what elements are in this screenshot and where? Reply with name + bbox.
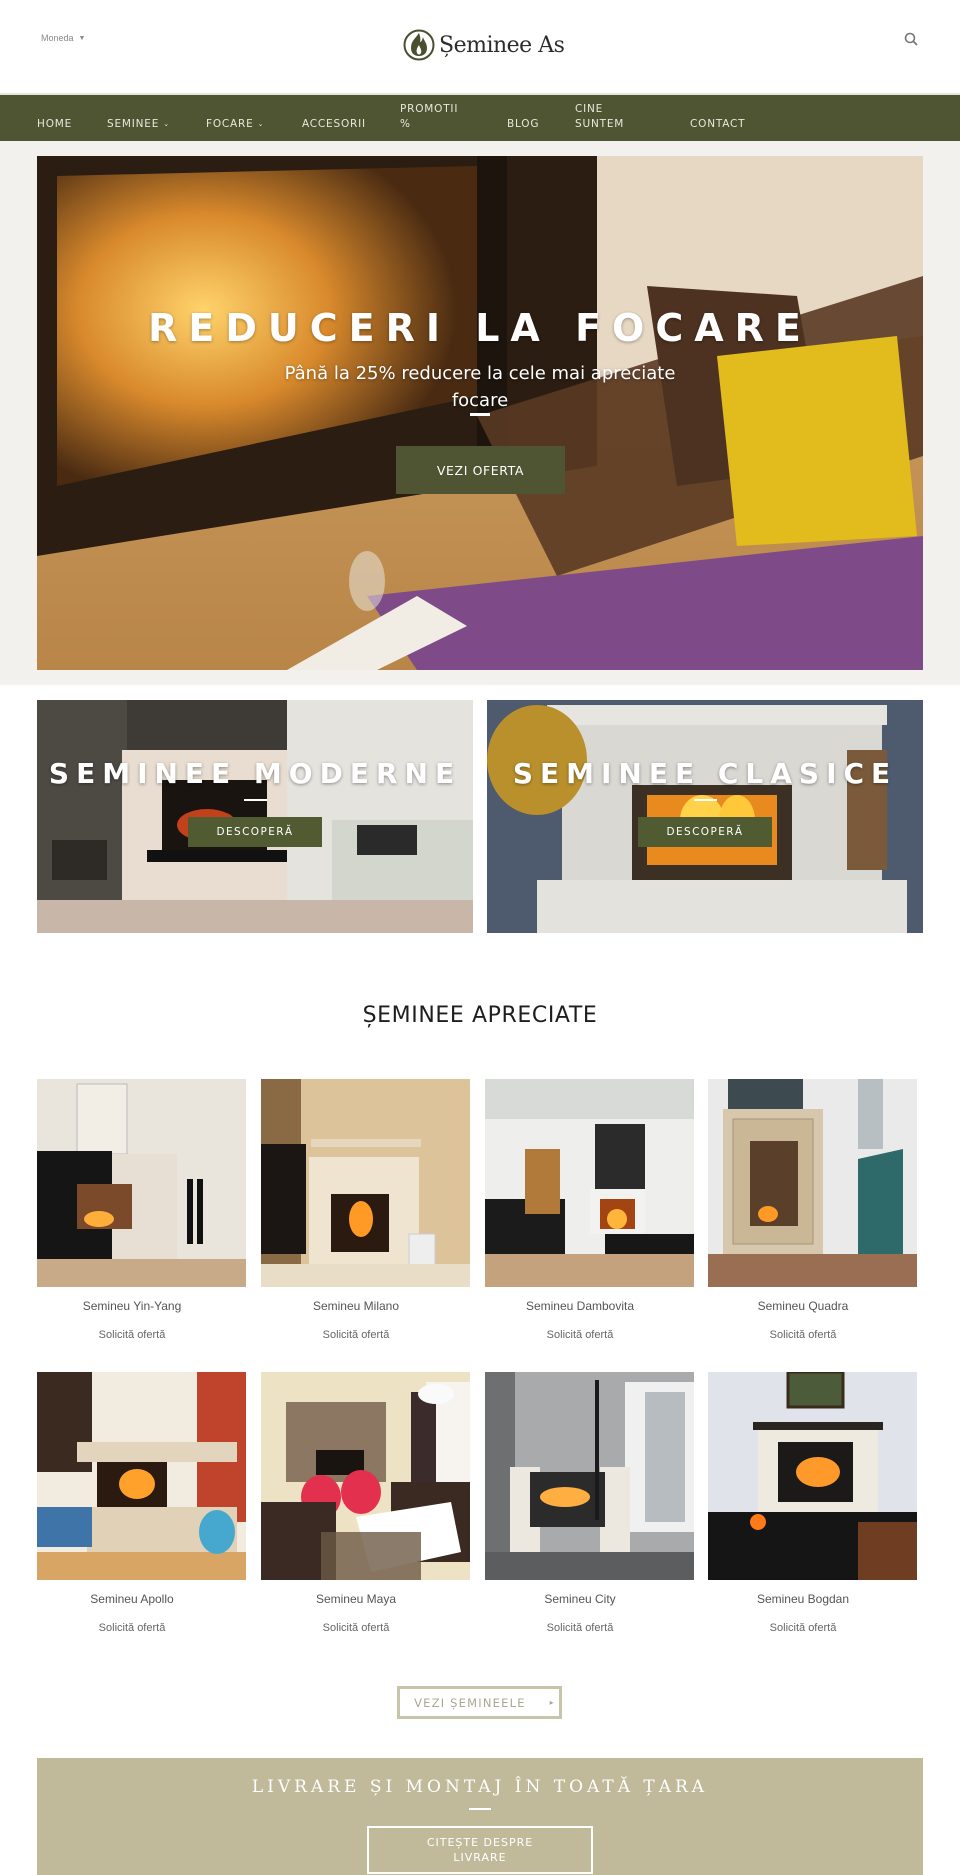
fireplace-photo — [485, 1372, 694, 1580]
fireplace-photo — [708, 1372, 917, 1580]
chevron-down-icon: ⌄ — [163, 120, 170, 128]
nav-label: HOME — [37, 118, 73, 130]
nav-item-cine-suntem[interactable]: CINE SUNTEM — [575, 102, 635, 132]
nav-item-focare[interactable]: FOCARE ⌄ — [206, 117, 264, 132]
product-image[interactable] — [37, 1372, 246, 1580]
product-card: Semineu Quadra Solicită ofertă — [708, 1079, 917, 1341]
search-icon[interactable] — [903, 31, 919, 47]
nav-item-promotii[interactable]: PROMOTII % — [400, 102, 460, 132]
request-offer-link[interactable]: Solicită ofertă — [261, 1622, 451, 1634]
hero-banner: REDUCERI LA FOCARE Până la 25% reducere … — [37, 156, 923, 670]
view-offer-button[interactable]: VEZI OFERTA — [396, 446, 565, 494]
fireplace-photo — [485, 1079, 694, 1287]
nav-label: FOCARE — [206, 118, 254, 130]
delivery-title: LIVRARE ȘI MONTAJ ÎN TOATĂ ȚARA — [251, 1777, 709, 1797]
hero-subtitle: Până la 25% reducere la cele mai aprecia… — [284, 363, 676, 411]
discover-classic-button[interactable]: DESCOPERĂ — [638, 817, 772, 847]
product-image[interactable] — [708, 1079, 917, 1287]
nav-item-accesorii[interactable]: ACCESORII — [302, 117, 366, 132]
product-name[interactable]: Semineu Yin-Yang — [37, 1299, 227, 1313]
product-image[interactable] — [37, 1079, 246, 1287]
product-card: Semineu City Solicită ofertă — [485, 1372, 694, 1634]
request-offer-link[interactable]: Solicită ofertă — [37, 1329, 227, 1341]
product-card: Semineu Milano Solicită ofertă — [261, 1079, 470, 1341]
category-title: SEMINEE CLASICE — [512, 757, 898, 790]
fireplace-photo — [37, 1079, 246, 1287]
view-all-fireplaces-button[interactable]: VEZI ȘEMINEELE ▸ — [397, 1686, 562, 1719]
view-all-label: VEZI ȘEMINEELE — [414, 1695, 526, 1710]
product-card: Semineu Dambovita Solicită ofertă — [485, 1079, 694, 1341]
hero-title: REDUCERI LA FOCARE — [148, 306, 812, 350]
category-modern-fireplaces[interactable]: SEMINEE MODERNE DESCOPERĂ — [37, 700, 473, 933]
fireplace-photo — [708, 1079, 917, 1287]
product-name[interactable]: Semineu Apollo — [37, 1592, 227, 1606]
product-image[interactable] — [485, 1079, 694, 1287]
discover-modern-button[interactable]: DESCOPERĂ — [188, 817, 322, 847]
product-card: Semineu Apollo Solicită ofertă — [37, 1372, 246, 1634]
product-card: Semineu Bogdan Solicită ofertă — [708, 1372, 917, 1634]
product-name[interactable]: Semineu Dambovita — [485, 1299, 675, 1313]
nav-item-home[interactable]: HOME — [37, 117, 72, 132]
product-name[interactable]: Semineu Quadra — [708, 1299, 898, 1313]
nav-item-blog[interactable]: BLOG — [507, 117, 539, 132]
category-divider — [694, 799, 717, 801]
category-classic-fireplaces[interactable]: SEMINEE CLASICE DESCOPERĂ — [487, 700, 923, 933]
fireplace-photo — [261, 1079, 470, 1287]
hero-section: REDUCERI LA FOCARE Până la 25% reducere … — [0, 141, 960, 685]
site-logo[interactable]: Șeminee As — [403, 29, 565, 61]
flame-logo-icon — [403, 29, 435, 61]
product-card: Semineu Yin-Yang Solicită ofertă — [37, 1079, 246, 1341]
logo-text: Șeminee As — [439, 32, 565, 58]
main-navigation: HOME SEMINEE ⌄ FOCARE ⌄ ACCESORII PROMOTII… — [0, 93, 960, 141]
caret-down-icon: ▼ — [78, 34, 86, 42]
request-offer-link[interactable]: Solicită ofertă — [261, 1329, 451, 1341]
product-name[interactable]: Semineu Milano — [261, 1299, 451, 1313]
request-offer-link[interactable]: Solicită ofertă — [485, 1622, 675, 1634]
nav-label: SEMINEE — [107, 118, 160, 130]
product-image[interactable] — [485, 1372, 694, 1580]
nav-label: ACCESORII — [302, 118, 366, 130]
product-name[interactable]: Semineu Bogdan — [708, 1592, 898, 1606]
nav-label: CINE SUNTEM — [575, 103, 625, 130]
site-header: Moneda ▼ Șeminee As — [0, 0, 960, 93]
category-title: SEMINEE MODERNE — [48, 757, 462, 790]
nav-item-contact[interactable]: CONTACT — [690, 117, 745, 132]
delivery-divider — [469, 1808, 491, 1810]
nav-item-seminee[interactable]: SEMINEE ⌄ — [107, 117, 170, 132]
fireplace-photo — [261, 1372, 470, 1580]
delivery-banner: LIVRARE ȘI MONTAJ ÎN TOATĂ ȚARA CITEȘTE … — [37, 1758, 923, 1875]
request-offer-link[interactable]: Solicită ofertă — [37, 1622, 227, 1634]
product-image[interactable] — [261, 1372, 470, 1580]
featured-section-title: ȘEMINEE APRECIATE — [362, 1003, 598, 1028]
request-offer-link[interactable]: Solicită ofertă — [708, 1329, 898, 1341]
product-card: Semineu Maya Solicită ofertă — [261, 1372, 470, 1634]
request-offer-link[interactable]: Solicită ofertă — [708, 1622, 898, 1634]
product-image[interactable] — [261, 1079, 470, 1287]
nav-label: CONTACT — [690, 118, 746, 130]
nav-label: PROMOTII % — [400, 103, 459, 130]
product-name[interactable]: Semineu Maya — [261, 1592, 451, 1606]
request-offer-link[interactable]: Solicită ofertă — [485, 1329, 675, 1341]
category-divider — [244, 799, 267, 801]
product-name[interactable]: Semineu City — [485, 1592, 675, 1606]
read-about-delivery-button[interactable]: CITEȘTE DESPRE LIVRARE — [367, 1826, 593, 1874]
arrow-right-icon: ▸ — [549, 1698, 555, 1707]
fireplace-photo — [37, 1372, 246, 1580]
product-image[interactable] — [708, 1372, 917, 1580]
hero-divider — [470, 413, 490, 416]
nav-label: BLOG — [507, 118, 540, 130]
chevron-down-icon: ⌄ — [257, 120, 265, 128]
currency-selector[interactable]: Moneda ▼ — [41, 33, 85, 43]
currency-label: Moneda — [41, 33, 74, 43]
